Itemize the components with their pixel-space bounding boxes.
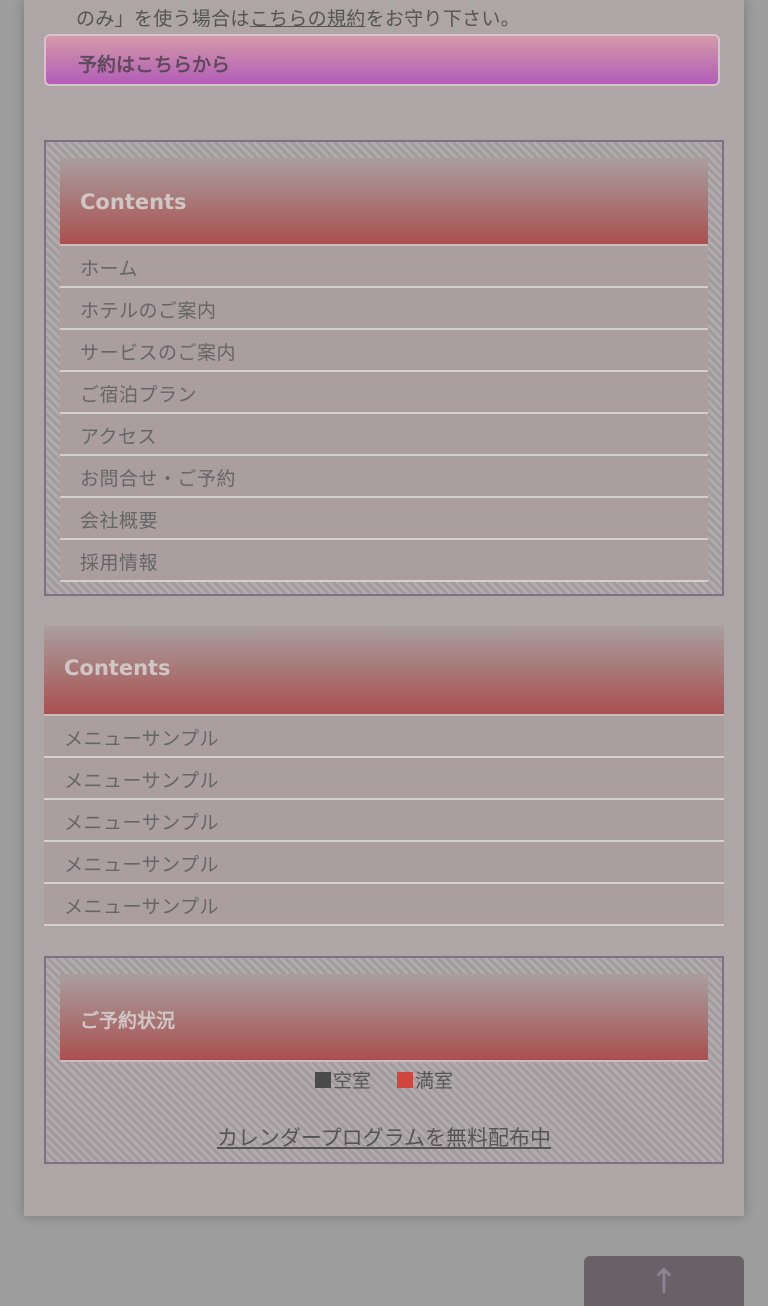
sample-menu-item[interactable]: メニューサンプル [44,758,724,800]
sample-menu-item[interactable]: メニューサンプル [44,716,724,758]
legend-full: 満室 [397,1070,453,1092]
legend-vacant: 空室 [314,1070,371,1092]
menu-item-company[interactable]: 会社概要 [60,498,708,540]
menu-item-home[interactable]: ホーム [60,246,708,288]
status-legend: 空室 満室 [46,1066,722,1093]
reservation-status-heading: ご予約状況 [60,974,708,1062]
menu-item-service-guide[interactable]: サービスのご案内 [60,330,708,372]
sample-menu-item[interactable]: メニューサンプル [44,842,724,884]
vacant-swatch [314,1072,331,1088]
arrow-up-icon: ↑ [649,1262,679,1302]
calendar-program-link[interactable]: カレンダープログラムを無料配布中 [46,1122,722,1152]
contents-menu: ホーム ホテルのご案内 サービスのご案内 ご宿泊プラン アクセス お問合せ・ご予… [60,246,708,582]
sample-menu-heading: Contents [44,626,724,716]
sample-menu-item[interactable]: メニューサンプル [44,884,724,926]
contents-heading-text: Contents [80,190,187,214]
menu-item-access[interactable]: アクセス [60,414,708,456]
usage-notice: のみ」を使う場合はこちらの規約をお守り下さい。 [76,8,520,30]
reserve-button[interactable]: 予約はこちらから [44,34,720,86]
menu-item-hotel-guide[interactable]: ホテルのご案内 [60,288,708,330]
sample-menu-item[interactable]: メニューサンプル [44,800,724,842]
menu-item-stay-plans[interactable]: ご宿泊プラン [60,372,708,414]
sample-menu: メニューサンプル メニューサンプル メニューサンプル メニューサンプル メニュー… [44,716,724,926]
reserve-button-label: 予約はこちらから [78,54,231,76]
contents-widget: Contents ホーム ホテルのご案内 サービスのご案内 ご宿泊プラン アクセ… [44,140,724,596]
terms-link[interactable]: こちらの規約 [250,8,366,30]
menu-item-contact[interactable]: お問合せ・ご予約 [60,456,708,498]
contents-heading: Contents [60,158,708,246]
sample-menu-heading-text: Contents [64,656,171,680]
reservation-status-heading-text: ご予約状況 [80,1010,176,1032]
full-swatch [397,1072,414,1088]
reservation-status-widget: ご予約状況 空室 満室 カレンダープログラムを無料配布中 [44,956,724,1164]
menu-item-recruit[interactable]: 採用情報 [60,540,708,582]
back-to-top-button[interactable]: ↑ [584,1256,744,1306]
